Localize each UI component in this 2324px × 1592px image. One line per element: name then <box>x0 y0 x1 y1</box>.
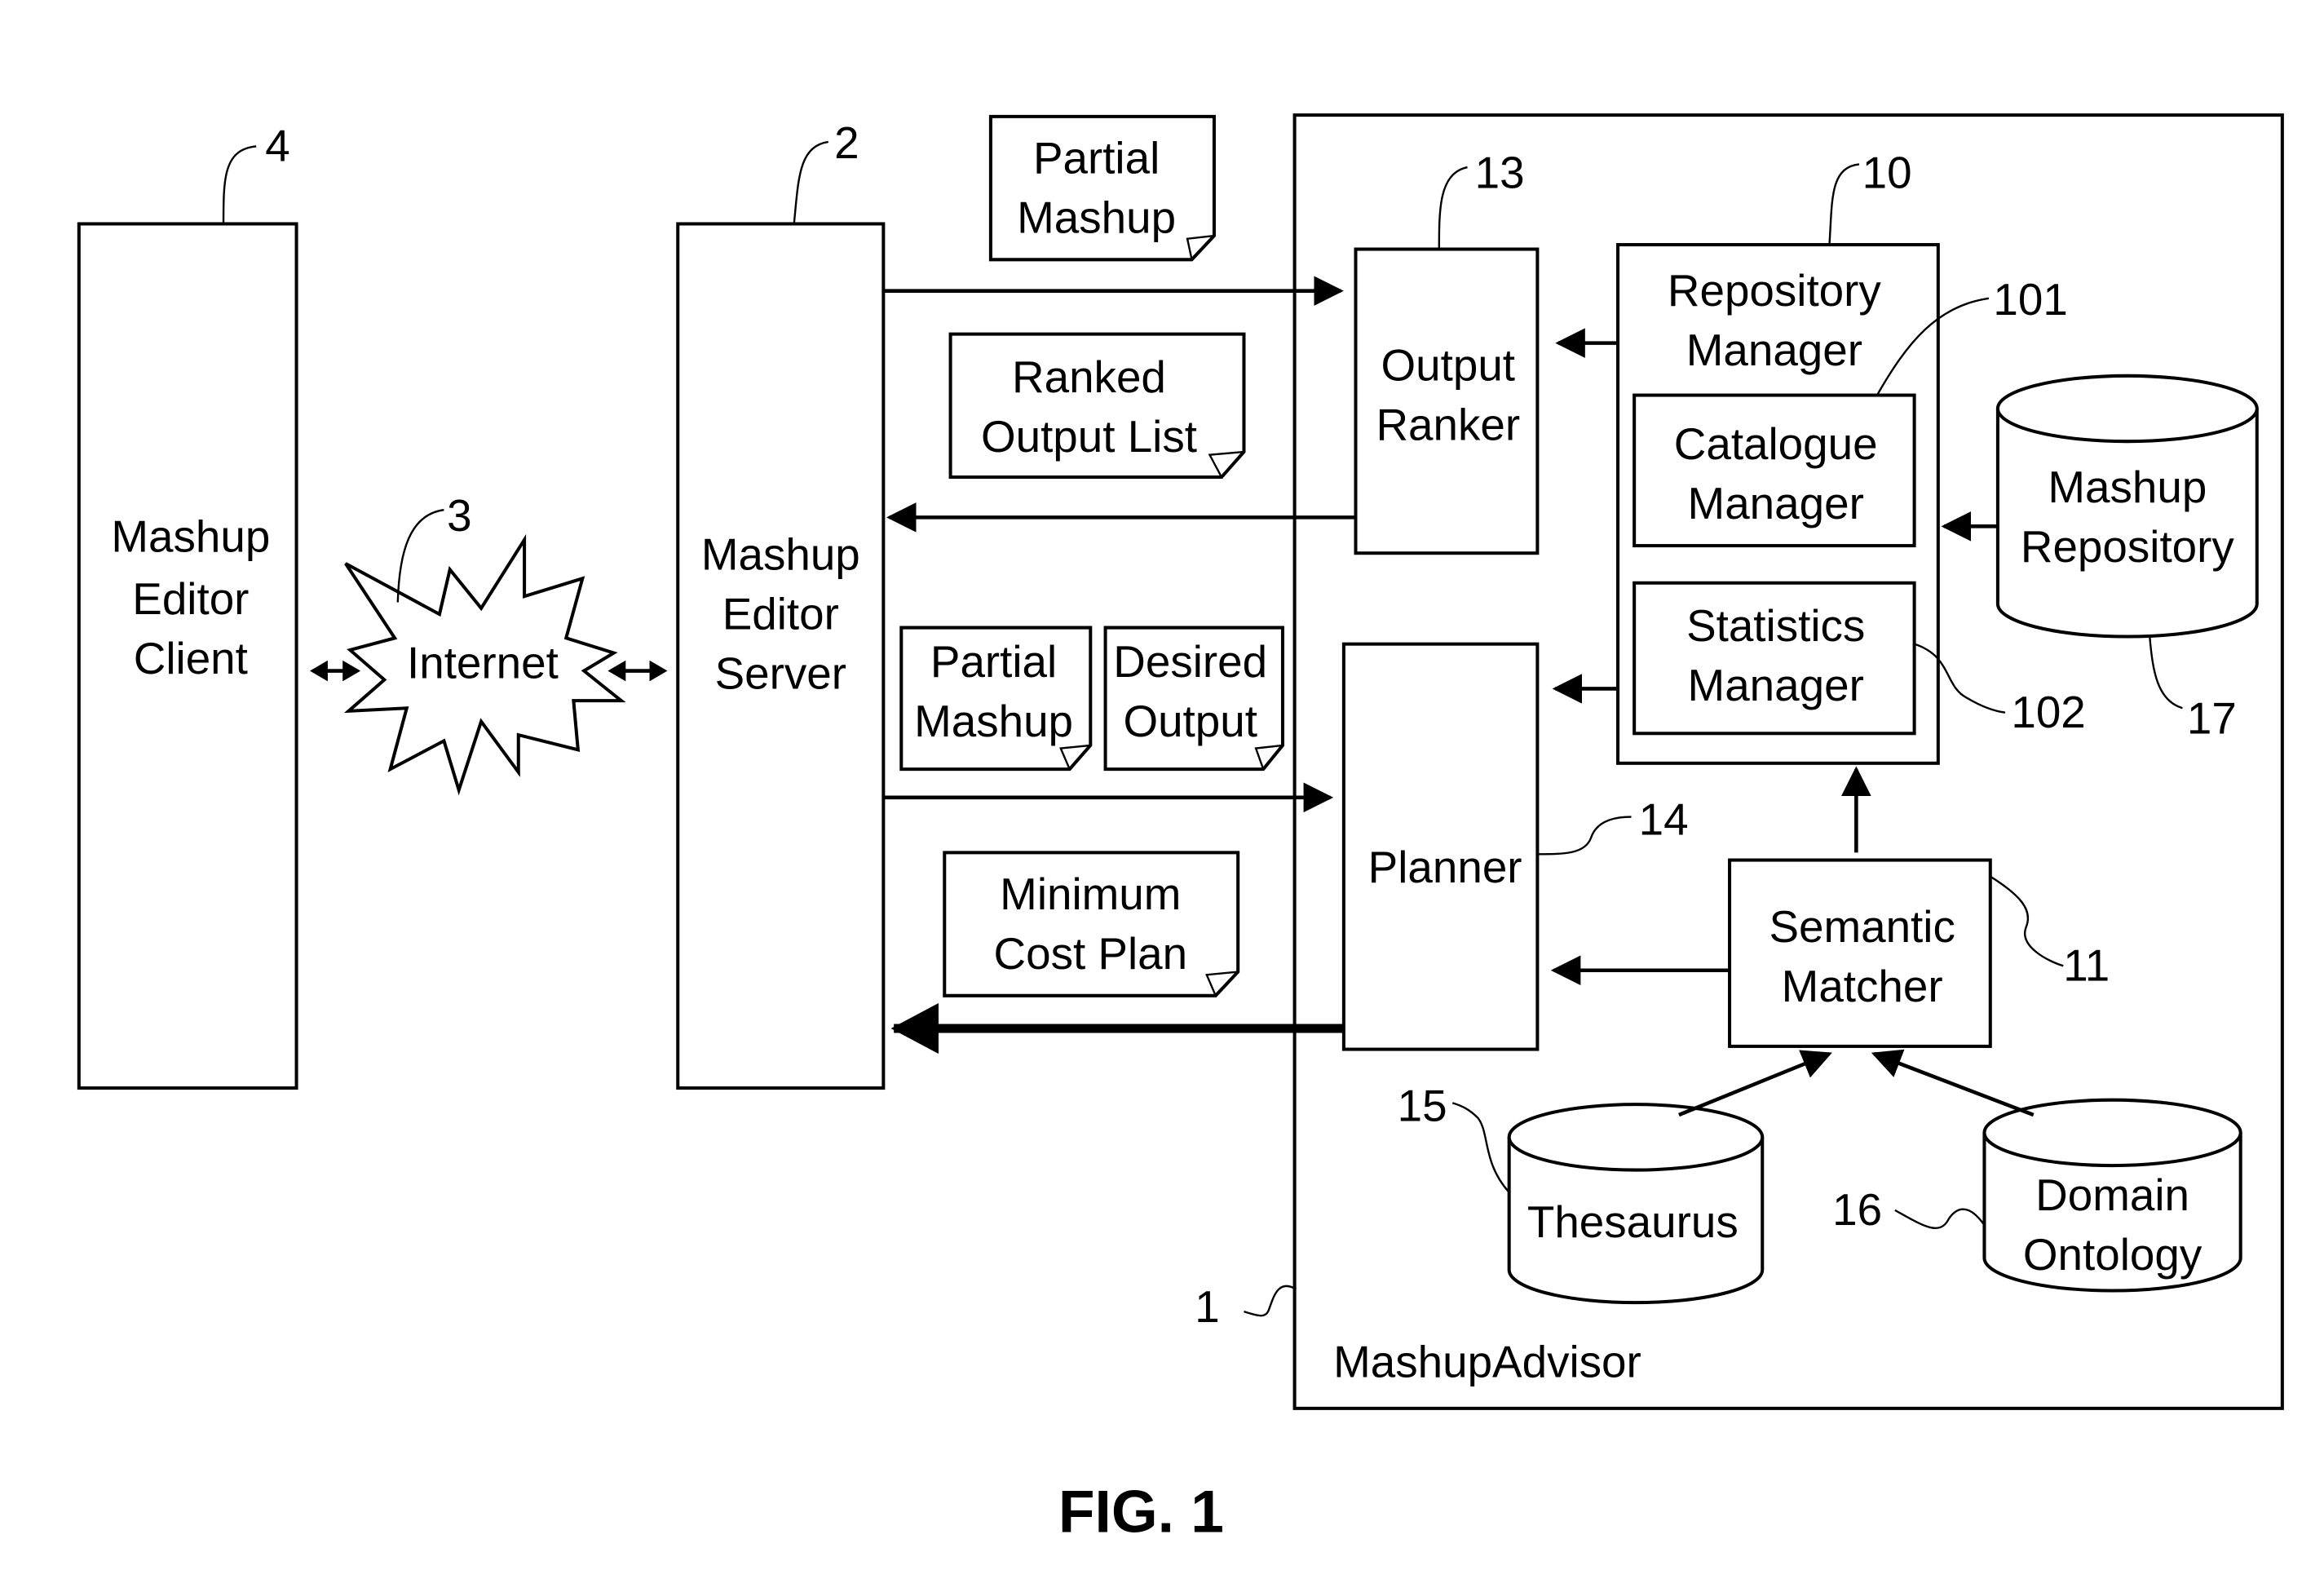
doc-line-1: Desired <box>1113 636 1267 687</box>
internet-cloud: Internet 3 <box>343 490 626 796</box>
mashup-repository-line-1: Mashup <box>2048 462 2207 512</box>
ref-label-3: 3 <box>447 490 471 541</box>
ref-label-2: 2 <box>834 117 859 168</box>
domain-ontology-line-1: Domain <box>2035 1170 2189 1220</box>
server-label-line-3: Server <box>715 648 846 698</box>
doc-line-1: Ranked <box>1012 352 1166 402</box>
ref-label-11: 11 <box>2063 940 2110 991</box>
statistics-manager-line-2: Manager <box>1688 660 1864 710</box>
ref-label-16: 16 <box>1832 1184 1882 1235</box>
document-partial-mashup-top: Partial Mashup <box>988 114 1216 262</box>
mashup-advisor-label: MashupAdvisor <box>1333 1337 1641 1387</box>
doc-line-1: Partial <box>930 636 1057 687</box>
domain-ontology-line-2: Ontology <box>2023 1229 2202 1280</box>
ref-label-10: 10 <box>1862 148 1912 198</box>
output-ranker-line-1: Output <box>1381 339 1516 390</box>
catalogue-manager-line-2: Manager <box>1688 478 1864 528</box>
internet-label: Internet <box>407 638 559 688</box>
statistics-manager-line-1: Statistics <box>1686 600 1865 651</box>
catalogue-manager-line-1: Catalogue <box>1674 418 1878 469</box>
semantic-matcher-line-1: Semantic <box>1769 901 1955 952</box>
ref-label-15: 15 <box>1398 1080 1447 1130</box>
ref-label-101: 101 <box>1993 274 2067 325</box>
mashup-editor-client: Mashup Editor Client 4 <box>77 121 298 1090</box>
client-label-line-1: Mashup <box>111 511 270 561</box>
ref-label-4: 4 <box>265 121 289 171</box>
mashup-editor-server: Mashup Editor Server 2 <box>676 117 886 1090</box>
ref-label-1: 1 <box>1195 1281 1219 1332</box>
doc-line-2: Output <box>1123 696 1257 746</box>
ref-label-17: 17 <box>2187 692 2237 743</box>
repository-manager-line-1: Repository <box>1668 265 1882 316</box>
system-diagram: Mashup Editor Client 4 Internet 3 Mashup… <box>77 113 2284 1546</box>
client-label-line-2: Editor <box>132 573 249 624</box>
mashup-repository-line-2: Repository <box>2021 521 2235 572</box>
planner-label: Planner <box>1368 842 1522 892</box>
ref-label-13: 13 <box>1475 148 1525 198</box>
doc-line-2: Output List <box>981 411 1197 462</box>
document-partial-mashup-mid: Partial Mashup <box>899 626 1093 772</box>
thesaurus-label: Thesaurus <box>1527 1196 1739 1247</box>
document-minimum-cost-plan: Minimum Cost Plan <box>943 851 1240 997</box>
document-ranked-output-list: Ranked Output List <box>948 332 1246 480</box>
client-label-line-3: Client <box>134 633 248 683</box>
server-label-line-2: Editor <box>722 588 839 639</box>
doc-line-2: Mashup <box>1017 192 1176 242</box>
doc-line-1: Minimum <box>1000 869 1181 919</box>
figure-caption: FIG. 1 <box>1058 1479 1224 1546</box>
repository-manager-line-2: Manager <box>1686 325 1862 375</box>
output-ranker-line-2: Ranker <box>1376 399 1520 449</box>
doc-line-2: Cost Plan <box>994 928 1188 979</box>
doc-line-1: Partial <box>1033 132 1160 183</box>
document-desired-output: Desired Output <box>1103 626 1284 772</box>
doc-line-2: Mashup <box>914 696 1073 746</box>
server-label-line-1: Mashup <box>701 528 860 579</box>
ref-label-14: 14 <box>1639 794 1689 845</box>
ref-label-102: 102 <box>2011 687 2085 737</box>
semantic-matcher-line-2: Matcher <box>1782 961 1943 1011</box>
